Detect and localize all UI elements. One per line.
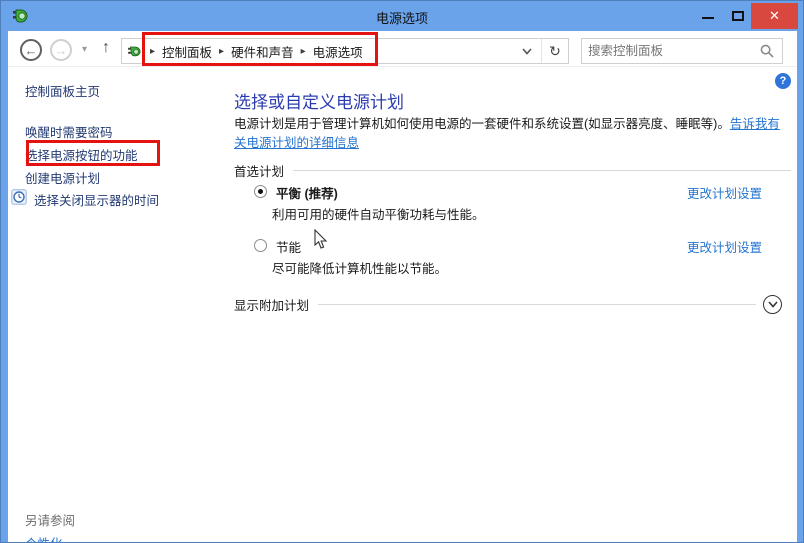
radio-balanced[interactable] bbox=[254, 185, 267, 198]
search-box[interactable] bbox=[581, 38, 783, 64]
window-title: 电源选项 bbox=[1, 8, 803, 27]
see-also-header: 另请参阅 bbox=[25, 510, 75, 529]
back-button[interactable]: ← bbox=[20, 39, 42, 61]
history-dropdown-icon[interactable]: ▾ bbox=[82, 44, 87, 55]
intro-text: 电源计划是用于管理计算机如何使用电源的一套硬件和系统设置(如显示器亮度、睡眠等)… bbox=[234, 115, 791, 153]
sidebar-item-require-password[interactable]: 唤醒时需要密码 bbox=[25, 122, 113, 141]
help-icon[interactable]: ? bbox=[775, 73, 791, 89]
separator-line bbox=[318, 304, 756, 305]
minimize-icon bbox=[702, 17, 714, 19]
maximize-button[interactable] bbox=[725, 5, 751, 27]
additional-plans-label: 显示附加计划 bbox=[234, 295, 309, 314]
intro-body: 电源计划是用于管理计算机如何使用电源的一套硬件和系统设置(如显示器亮度、睡眠等)… bbox=[234, 117, 730, 131]
address-bar[interactable]: ▸ 控制面板 ▸ 硬件和声音 ▸ 电源选项 ↻ bbox=[121, 38, 569, 64]
clock-icon bbox=[11, 189, 27, 205]
breadcrumb-hardware-sound[interactable]: 硬件和声音 bbox=[231, 42, 294, 61]
breadcrumb-control-panel[interactable]: 控制面板 bbox=[162, 42, 212, 61]
change-plan-settings-link-power-saver[interactable]: 更改计划设置 bbox=[687, 237, 762, 256]
plan-desc-balanced: 利用可用的硬件自动平衡功耗与性能。 bbox=[272, 204, 485, 223]
sidebar-item-power-button-function[interactable]: 选择电源按钮的功能 bbox=[25, 145, 138, 164]
client-area: ← → ▾ ↑ ▸ 控制面板 ▸ 硬件和声音 ▸ 电源选项 bbox=[8, 31, 797, 543]
navigation-bar: ← → ▾ ↑ ▸ 控制面板 ▸ 硬件和声音 ▸ 电源选项 bbox=[8, 31, 797, 67]
mouse-cursor bbox=[314, 229, 328, 250]
search-input[interactable] bbox=[582, 44, 760, 58]
sidebar-item-create-power-plan[interactable]: 创建电源计划 bbox=[25, 168, 100, 187]
minimize-button[interactable] bbox=[695, 5, 721, 27]
maximize-icon bbox=[732, 11, 744, 21]
sidebar-link-personalization[interactable]: 个性化 bbox=[25, 533, 63, 543]
power-options-window: 电源选项 ✕ ← → ▾ ↑ ▸ 控制面板 ▸ 硬件和声音 ▸ bbox=[0, 0, 804, 543]
sidebar-item-display-off-time[interactable]: 选择关闭显示器的时间 bbox=[34, 190, 159, 209]
close-button[interactable]: ✕ bbox=[751, 3, 798, 29]
page-title: 选择或自定义电源计划 bbox=[234, 88, 404, 113]
radio-power-saver[interactable] bbox=[254, 239, 267, 252]
breadcrumb-power-options[interactable]: 电源选项 bbox=[313, 42, 363, 61]
change-plan-settings-link-balanced[interactable]: 更改计划设置 bbox=[687, 183, 762, 202]
plan-row-power-saver: 节能 更改计划设置 bbox=[254, 237, 762, 255]
search-icon[interactable] bbox=[760, 44, 774, 58]
sidebar-item-control-panel-home[interactable]: 控制面板主页 bbox=[25, 81, 100, 100]
plan-name-balanced[interactable]: 平衡 (推荐) bbox=[276, 183, 338, 202]
plan-name-power-saver[interactable]: 节能 bbox=[276, 237, 301, 256]
crumb-separator-icon[interactable]: ▸ bbox=[212, 46, 231, 57]
expand-additional-plans-button[interactable] bbox=[763, 295, 782, 314]
power-plug-icon-small bbox=[126, 43, 143, 59]
chevron-down-icon bbox=[768, 301, 778, 308]
address-dropdown-icon[interactable] bbox=[513, 42, 541, 60]
plan-desc-power-saver: 尽可能降低计算机性能以节能。 bbox=[272, 258, 447, 277]
crumb-separator-icon[interactable]: ▸ bbox=[143, 46, 162, 57]
crumb-separator-icon[interactable]: ▸ bbox=[294, 46, 313, 57]
up-button[interactable]: ↑ bbox=[102, 39, 110, 57]
forward-button[interactable]: → bbox=[50, 39, 72, 61]
preferred-plans-group: 首选计划 bbox=[234, 161, 791, 180]
plan-row-balanced: 平衡 (推荐) 更改计划设置 bbox=[254, 183, 762, 201]
refresh-icon[interactable]: ↻ bbox=[542, 43, 568, 60]
separator-line bbox=[293, 170, 791, 171]
additional-plans-group: 显示附加计划 bbox=[234, 295, 782, 314]
preferred-plans-label: 首选计划 bbox=[234, 161, 284, 180]
titlebar: 电源选项 ✕ bbox=[1, 1, 803, 31]
